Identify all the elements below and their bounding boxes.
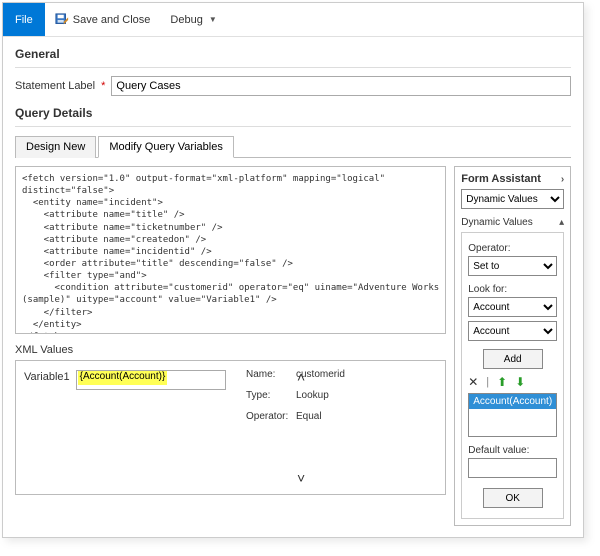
variable-meta: Name:customerid Type:Lookup Operator:Equ… [246, 369, 345, 432]
required-asterisk: * [101, 80, 105, 92]
query-tabs: Design New Modify Query Variables [15, 135, 571, 158]
default-value-label: Default value: [468, 445, 529, 456]
remove-icon[interactable]: ✕ [468, 375, 478, 389]
variable1-value-highlight: {Account(Account)} [78, 371, 168, 385]
move-down-icon[interactable]: ⬇ [515, 375, 525, 389]
add-button[interactable]: Add [483, 349, 543, 369]
general-heading: General [15, 47, 571, 61]
query-details-heading: Query Details [15, 106, 571, 120]
file-button[interactable]: File [3, 3, 45, 36]
scroll-down-icon[interactable]: ˅ [297, 470, 305, 486]
tab-design-new[interactable]: Design New [15, 136, 96, 158]
xml-values-heading: XML Values [15, 344, 446, 356]
statement-label-input[interactable] [111, 76, 571, 96]
form-assistant-panel: Form Assistant › Dynamic Values Dynamic … [454, 166, 571, 526]
dynamic-values-select[interactable]: Dynamic Values [461, 189, 564, 209]
selected-item[interactable]: Account(Account) [469, 394, 556, 409]
move-up-icon[interactable]: ⬆ [497, 375, 507, 389]
debug-dropdown[interactable]: Debug ▼ [160, 3, 226, 36]
lookfor-entity-select[interactable]: Account [468, 297, 557, 317]
chevron-right-icon[interactable]: › [561, 174, 564, 185]
fetch-xml-box[interactable]: <fetch version="1.0" output-format="xml-… [15, 166, 446, 334]
statement-label: Statement Label [15, 80, 95, 92]
save-close-icon [55, 13, 69, 27]
caret-down-icon: ▼ [209, 15, 217, 24]
tab-modify-query-variables[interactable]: Modify Query Variables [98, 136, 234, 158]
save-close-label: Save and Close [73, 14, 151, 26]
operator-label: Operator: [468, 243, 510, 254]
dynamic-values-subhead: Dynamic Values [461, 217, 533, 228]
ok-button[interactable]: OK [483, 488, 543, 508]
form-assistant-title: Form Assistant [461, 173, 541, 185]
debug-label: Debug [170, 14, 202, 26]
selected-values-list[interactable]: Account(Account) [468, 393, 557, 437]
toolbar: File Save and Close Debug ▼ [3, 3, 583, 37]
default-value-input[interactable] [468, 458, 557, 478]
lookfor-label: Look for: [468, 284, 507, 295]
save-and-close-button[interactable]: Save and Close [45, 3, 161, 36]
xml-values-box: Variable1 {Account(Account)} ˄ ˅ Name:cu… [15, 360, 446, 495]
collapse-icon[interactable]: ▴ [559, 217, 564, 228]
lookfor-attribute-select[interactable]: Account [468, 321, 557, 341]
variable1-label: Variable1 [24, 369, 70, 383]
operator-select[interactable]: Set to [468, 256, 557, 276]
